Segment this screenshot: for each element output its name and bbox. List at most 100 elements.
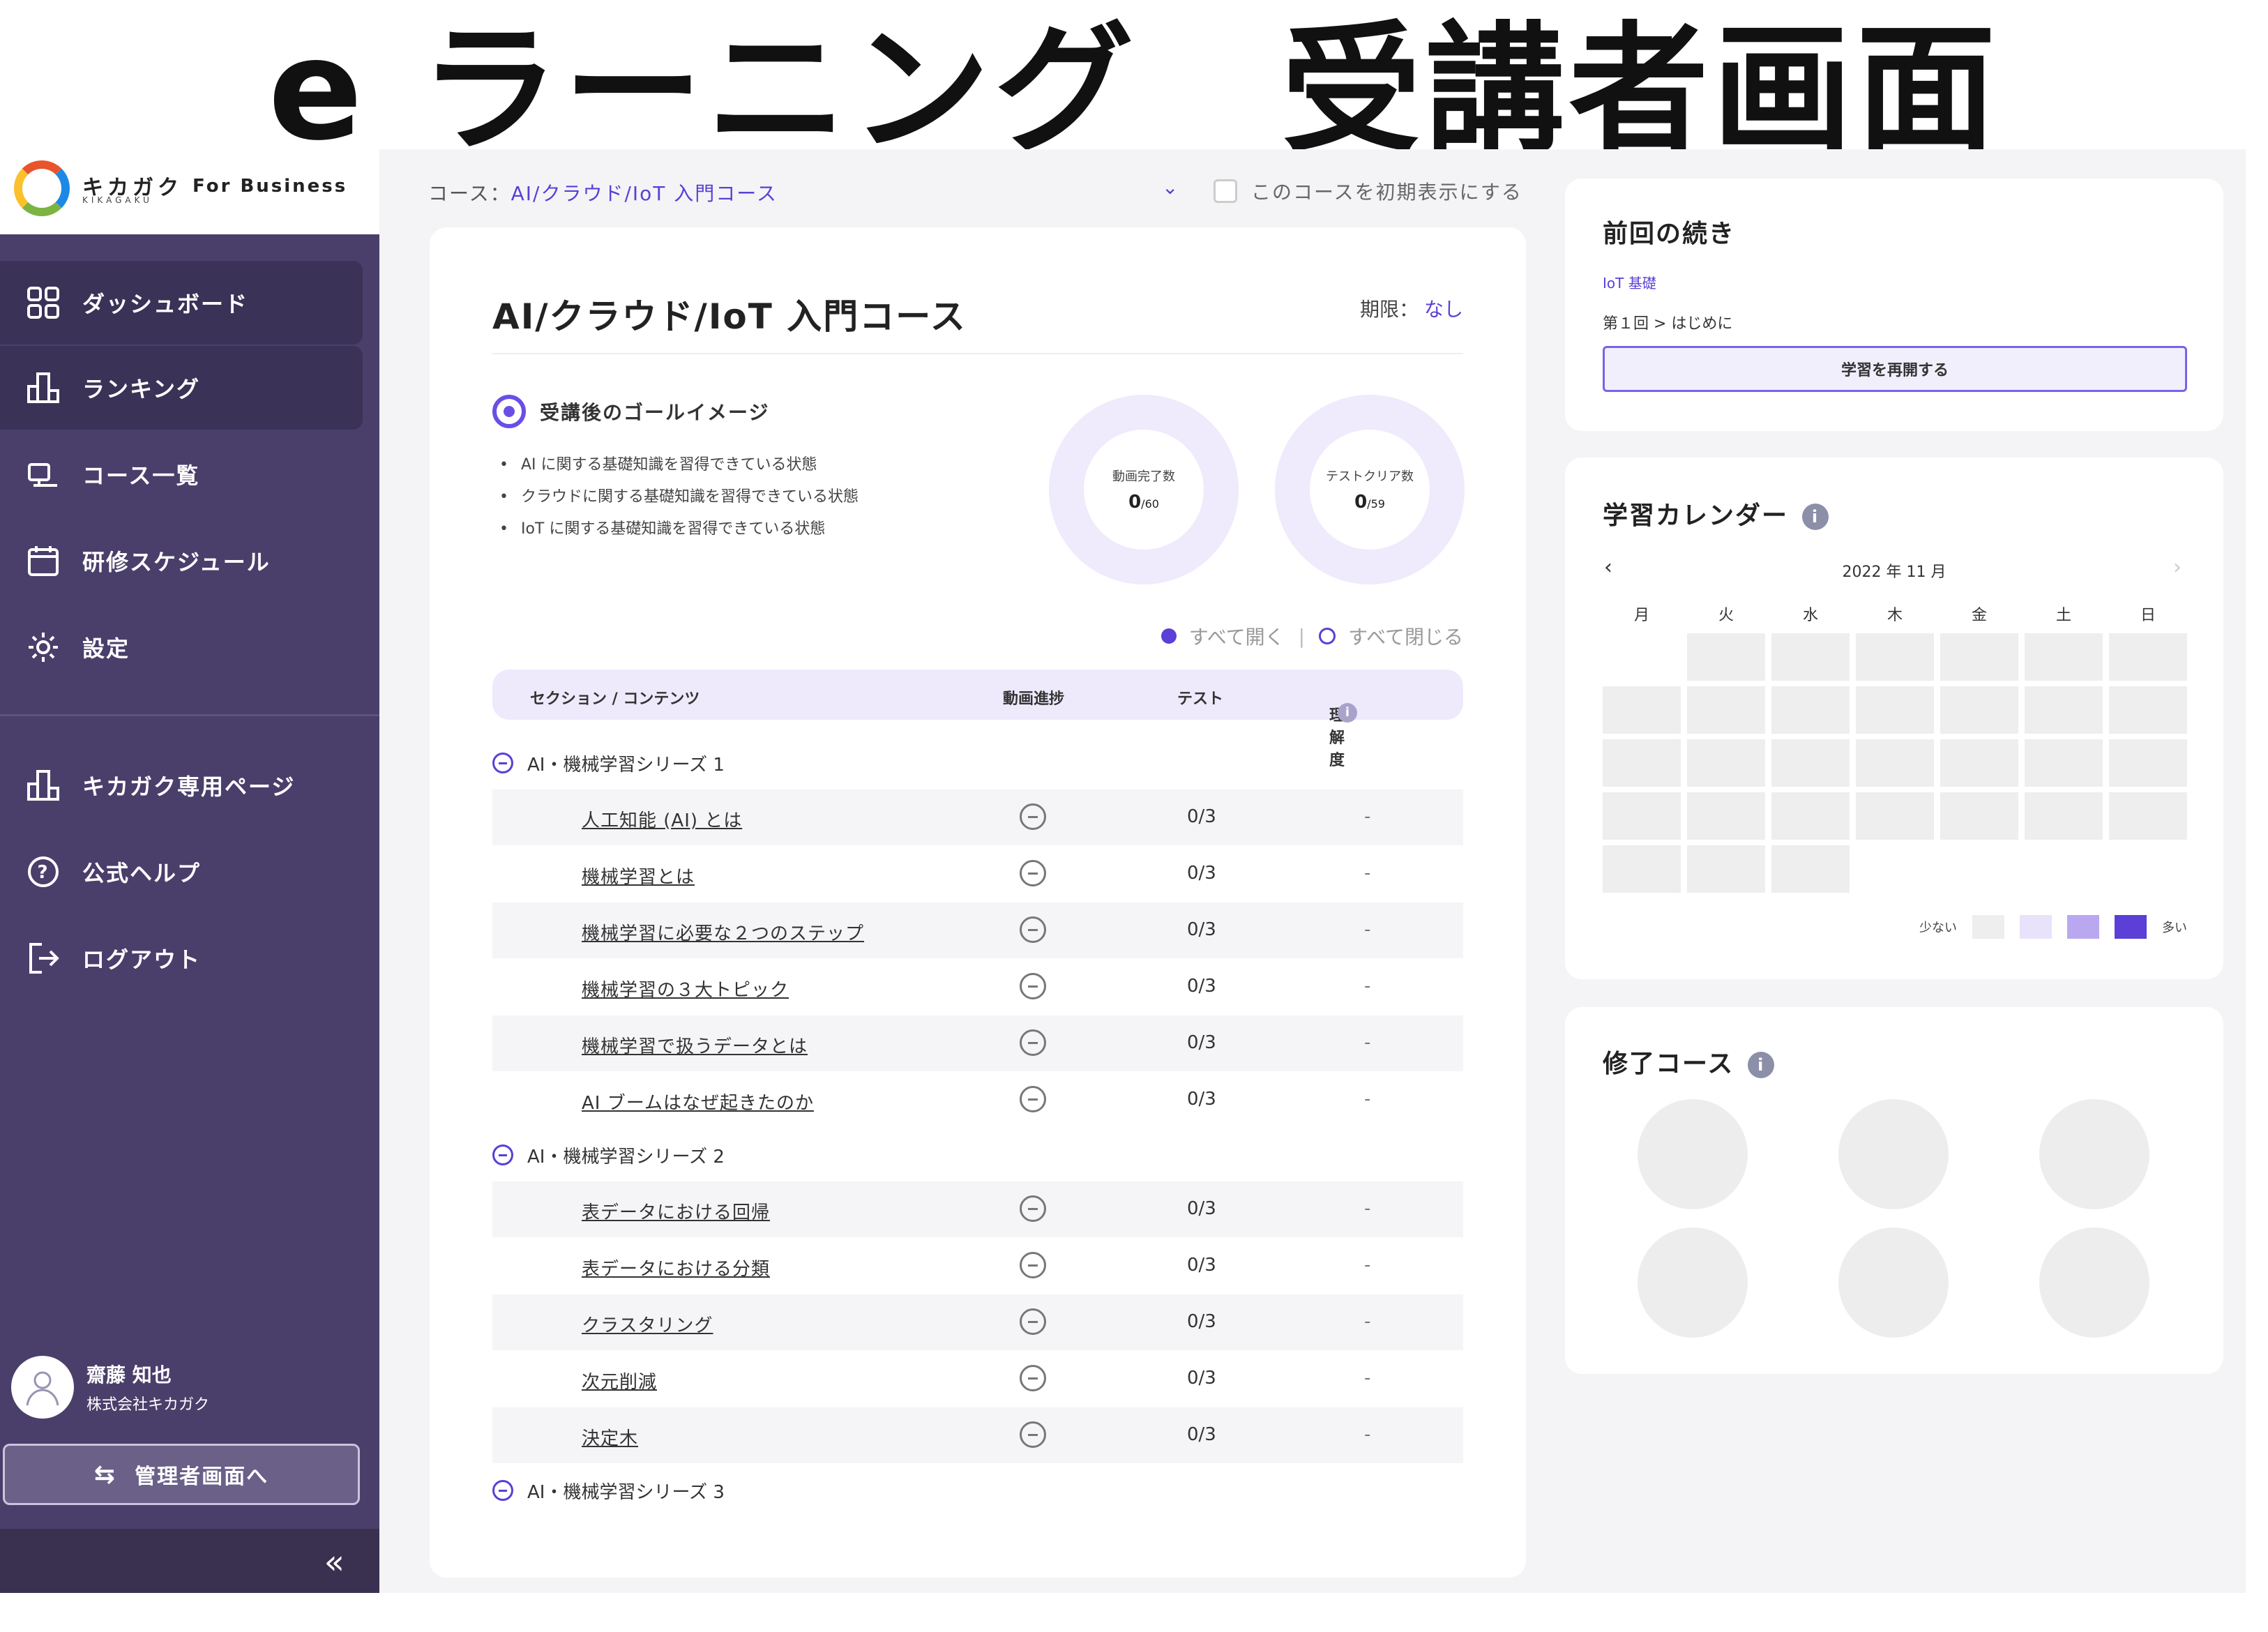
checkbox-box[interactable] (1214, 179, 1237, 203)
sidebar-link-logout[interactable]: ログアウト (0, 916, 363, 1000)
section-toggle-icon[interactable] (492, 1480, 513, 1501)
content-link[interactable]: 機械学習の３大トピック (582, 976, 789, 1002)
target-icon (492, 395, 526, 428)
calendar-day-cell[interactable] (1856, 739, 1934, 787)
logout-icon (21, 936, 66, 981)
next-month-icon[interactable]: › (2173, 555, 2182, 580)
calendar-day-cell[interactable] (2109, 739, 2187, 787)
calendar-day-cell[interactable] (1603, 845, 1681, 893)
understanding-value: - (1364, 806, 1371, 827)
calendar-day-cell[interactable] (2109, 686, 2187, 734)
sidebar-item-label: 設定 (82, 635, 130, 662)
video-progress-icon (1020, 1365, 1046, 1391)
section-toggle-icon[interactable] (492, 753, 513, 773)
calendar-day-cell[interactable] (1687, 739, 1765, 787)
completed-course-badge[interactable] (1638, 1099, 1748, 1209)
content-link[interactable]: クラスタリング (582, 1311, 713, 1337)
calendar-day-cell[interactable] (1856, 686, 1934, 734)
table-row: 機械学習に必要な２つのステップ 0/3 - (492, 902, 1463, 958)
sidebar-item-schedule[interactable]: 研修スケジュール (0, 519, 363, 603)
calendar-day-cell[interactable] (1687, 633, 1765, 681)
calendar-month: 2022 年 11 月 (1842, 564, 1946, 581)
calendar-day-cell[interactable] (1771, 739, 1850, 787)
content-link[interactable]: 次元削減 (582, 1368, 657, 1393)
content-link[interactable]: 機械学習とは (582, 863, 695, 889)
continue-category[interactable]: IoT 基礎 (1603, 272, 1656, 292)
calendar-day-cell[interactable] (1603, 739, 1681, 787)
completed-course-badge[interactable] (1838, 1099, 1949, 1209)
calendar-day-cell[interactable] (1771, 845, 1850, 893)
calendar-day-cell[interactable] (2109, 633, 2187, 681)
resume-learning-button[interactable]: 学習を再開する (1603, 346, 2187, 392)
info-icon[interactable]: i (1338, 703, 1357, 723)
content-link[interactable]: 機械学習で扱うデータとは (582, 1032, 808, 1058)
content-link[interactable]: 機械学習に必要な２つのステップ (582, 919, 864, 945)
calendar-day-cell[interactable] (1687, 686, 1765, 734)
logo[interactable]: キカガク KIKAGAKU For Business (0, 149, 379, 234)
calendar-day-cell[interactable] (1771, 792, 1850, 840)
calendar-day-cell[interactable] (1603, 686, 1681, 734)
table-header: セクション / コンテンツ 動画進捗 テスト 理解度 i (492, 670, 1463, 769)
sidebar-link-label: キカガク専用ページ (82, 773, 296, 800)
content-link[interactable]: 決定木 (582, 1424, 638, 1450)
content-link[interactable]: 表データにおける回帰 (582, 1198, 770, 1224)
collapse-sidebar-icon[interactable]: « (324, 1543, 345, 1582)
test-score: 0/3 (1187, 806, 1216, 827)
calendar-day-cell[interactable] (2109, 792, 2187, 840)
course-card: AI/クラウド/IoT 入門コース 期限：なし 受講後のゴールイメージ AI に… (430, 227, 1526, 1578)
table-row: 表データにおける分類 0/3 - (492, 1238, 1463, 1294)
content-link[interactable]: 人工知能 (AI) とは (582, 806, 742, 832)
completed-course-badge[interactable] (2039, 1099, 2149, 1209)
chevron-down-icon[interactable]: ⌄ (1162, 176, 1178, 199)
sidebar-link-kikagaku-page[interactable]: キカガク専用ページ (0, 743, 363, 827)
legend-swatch (2115, 915, 2147, 939)
completed-course-badge[interactable] (2039, 1227, 2149, 1338)
calendar-day-cell[interactable] (1687, 792, 1765, 840)
understanding-value: - (1364, 1311, 1371, 1332)
default-course-checkbox[interactable]: このコースを初期表示にする (1214, 177, 1522, 205)
calendar-day-cell[interactable] (1940, 792, 2018, 840)
user-profile[interactable]: 齋藤 知也 株式会社キカガク (11, 1356, 209, 1419)
sidebar-link-help[interactable]: ? 公式ヘルプ (0, 830, 363, 914)
calendar-day-cell[interactable] (1771, 633, 1850, 681)
section-row[interactable]: AI・機械学習シリーズ 2 (492, 1134, 1463, 1176)
calendar-day-cell[interactable] (2025, 686, 2103, 734)
calendar-day-cell[interactable] (1603, 792, 1681, 840)
swap-icon: ⇆ (93, 1460, 117, 1489)
collapse-all-link[interactable]: すべて閉じる (1348, 622, 1463, 650)
content-link[interactable]: 表データにおける分類 (582, 1255, 770, 1280)
info-icon[interactable]: i (1748, 1052, 1775, 1078)
sidebar-item-ranking[interactable]: ランキング (0, 346, 363, 430)
donut-label: テストクリア数 (1326, 469, 1414, 484)
completed-course-badge[interactable] (1638, 1227, 1748, 1338)
calendar-weekday: 土 (2055, 607, 2071, 624)
section-row[interactable]: AI・機械学習シリーズ 1 (492, 742, 1463, 784)
admin-screen-button[interactable]: ⇆ 管理者画面へ (3, 1444, 360, 1505)
info-icon[interactable]: i (1802, 504, 1829, 530)
deadline-label: 期限： (1359, 298, 1419, 321)
calendar-day-cell[interactable] (1771, 686, 1850, 734)
calendar-day-cell[interactable] (1687, 845, 1765, 893)
test-score: 0/3 (1187, 976, 1216, 997)
sidebar-item-settings[interactable]: 設定 (0, 605, 363, 689)
sidebar-item-dashboard[interactable]: ダッシュボード (0, 261, 363, 345)
calendar-day-cell[interactable] (1940, 686, 2018, 734)
section-row[interactable]: AI・機械学習シリーズ 3 (492, 1469, 1463, 1511)
legend-swatch (1972, 915, 2004, 939)
sidebar-item-course-list[interactable]: コース一覧 (0, 432, 363, 516)
section-toggle-icon[interactable] (492, 1144, 513, 1165)
gear-icon (21, 625, 66, 670)
course-selector[interactable]: コース：AI/クラウド/IoT 入門コース (428, 179, 778, 206)
calendar-day-cell[interactable] (1856, 633, 1934, 681)
calendar-day-cell[interactable] (1856, 792, 1934, 840)
col-video: 動画進捗 (1003, 690, 1065, 708)
calendar-day-cell[interactable] (2025, 633, 2103, 681)
donut-value: 0/60 (1128, 492, 1159, 513)
calendar-day-cell[interactable] (1940, 739, 2018, 787)
content-link[interactable]: AI ブームはなぜ起きたのか (582, 1089, 814, 1115)
calendar-day-cell[interactable] (2025, 739, 2103, 787)
calendar-day-cell[interactable] (2025, 792, 2103, 840)
expand-all-link[interactable]: すべて開く (1189, 622, 1285, 650)
completed-course-badge[interactable] (1838, 1227, 1949, 1338)
calendar-day-cell[interactable] (1940, 633, 2018, 681)
